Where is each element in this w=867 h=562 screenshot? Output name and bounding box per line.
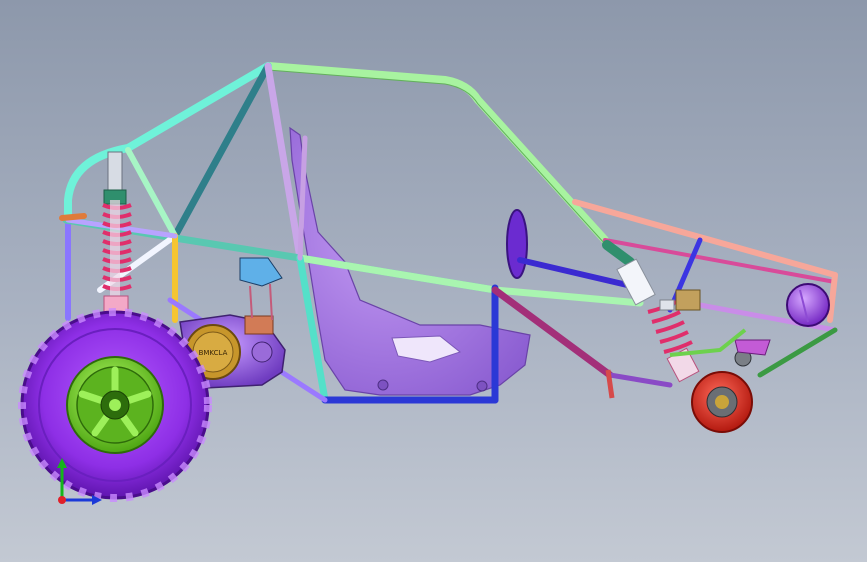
x-axis-arrowhead [92, 495, 102, 505]
rear-shock-absorber[interactable] [102, 151, 132, 315]
headlight[interactable] [786, 283, 830, 327]
cad-3d-viewport[interactable]: BMKCLA [0, 0, 867, 562]
orientation-triad [57, 458, 102, 505]
front-bracket [659, 289, 701, 311]
front-shock-absorber[interactable] [602, 240, 700, 383]
engine-label: BMKCLA [199, 349, 228, 357]
origin-dot [58, 496, 66, 504]
buggy-chassis-model[interactable]: BMKCLA [0, 0, 867, 562]
y-axis-arrowhead [57, 458, 67, 468]
